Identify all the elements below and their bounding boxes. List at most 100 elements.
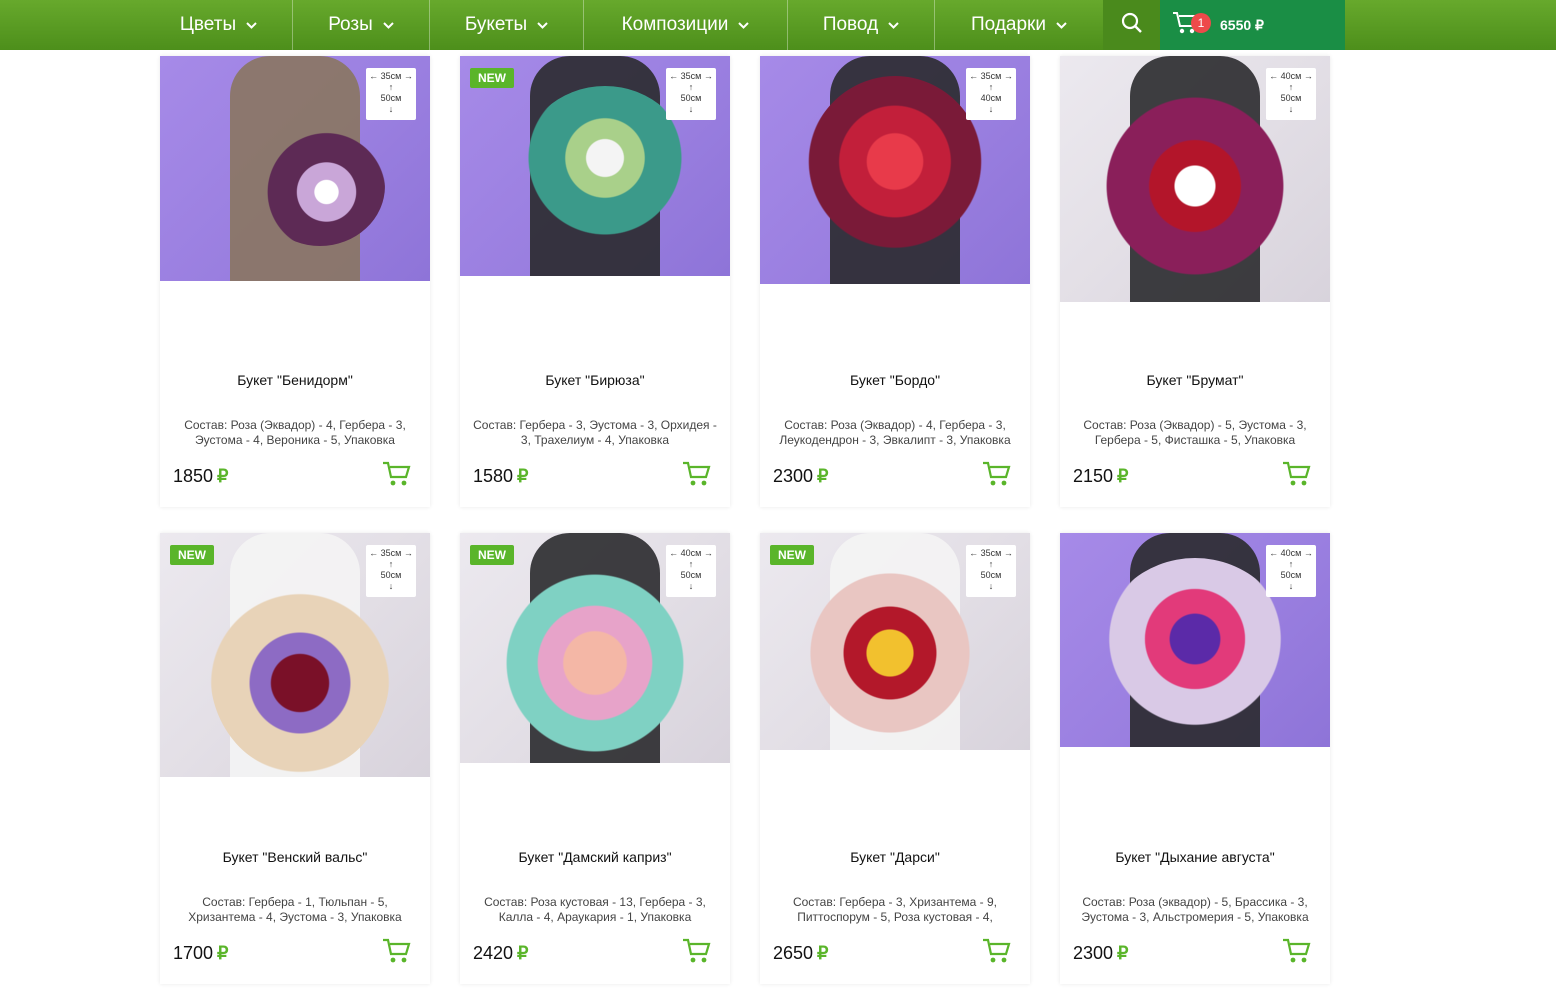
- add-to-cart-button[interactable]: [1282, 460, 1312, 488]
- cart-icon: [682, 461, 712, 492]
- size-badge: ← 35см → ↑ 50см ↓: [366, 68, 416, 120]
- chevron-down-icon: [246, 21, 257, 29]
- product-photo[interactable]: NEW ← 40см → ↑ 50см ↓: [460, 533, 730, 763]
- add-to-cart-button[interactable]: [982, 460, 1012, 488]
- product-photo[interactable]: ← 40см → ↑ 50см ↓: [1060, 56, 1330, 302]
- size-width: ← 35см →: [369, 548, 413, 558]
- new-badge: NEW: [170, 545, 214, 565]
- product-card[interactable]: ← 35см → ↑ 40см ↓ Букет "Бордо" Состав: …: [760, 56, 1030, 507]
- add-to-cart-button[interactable]: [682, 937, 712, 965]
- add-to-cart-button[interactable]: [682, 460, 712, 488]
- product-photo[interactable]: NEW ← 35см → ↑ 50см ↓: [460, 56, 730, 276]
- product-photo[interactable]: NEW ← 35см → ↑ 50см ↓: [760, 533, 1030, 750]
- product-card[interactable]: NEW ← 35см → ↑ 50см ↓ Букет "Дарси" Сост…: [760, 533, 1030, 984]
- add-to-cart-button[interactable]: [982, 937, 1012, 965]
- product-card[interactable]: NEW ← 35см → ↑ 50см ↓ Букет "Венский вал…: [160, 533, 430, 984]
- arrow-down-icon: ↓: [988, 581, 994, 591]
- nav-item-roses[interactable]: Розы: [293, 0, 430, 50]
- size-badge: ← 35см → ↑ 50см ↓: [666, 68, 716, 120]
- product-title[interactable]: Букет "Бирюза": [460, 372, 730, 388]
- price-value: 1700: [173, 943, 214, 963]
- product-title[interactable]: Букет "Дарси": [760, 849, 1030, 865]
- product-composition: Состав: Роза (эквадор) - 5, Брассика - 3…: [1081, 895, 1309, 924]
- product-card[interactable]: ← 35см → ↑ 50см ↓ Букет "Бенидорм" Соста…: [160, 56, 430, 507]
- nav-item-label: Букеты: [464, 14, 528, 35]
- chevron-down-icon: [537, 21, 548, 29]
- size-badge: ← 40см → ↑ 50см ↓: [1266, 545, 1316, 597]
- arrow-up-icon: ↑: [988, 82, 994, 92]
- size-width-value: 35см: [680, 71, 702, 81]
- cart-icon: [982, 461, 1012, 492]
- product-title[interactable]: Букет "Брумат": [1060, 372, 1330, 388]
- price-value: 2150: [1073, 466, 1114, 486]
- size-badge: ← 40см → ↑ 50см ↓: [666, 545, 716, 597]
- photo-bouquet: [1095, 86, 1295, 286]
- arrow-up-icon: ↑: [688, 559, 694, 569]
- currency-symbol: ₽: [517, 943, 529, 963]
- product-title[interactable]: Букет "Дамский каприз": [460, 849, 730, 865]
- arrow-up-icon: ↑: [388, 82, 394, 92]
- arrow-down-icon: ↓: [688, 581, 694, 591]
- arrow-up-icon: ↑: [1288, 82, 1294, 92]
- product-photo[interactable]: NEW ← 35см → ↑ 50см ↓: [160, 533, 430, 777]
- cart-icon: [382, 461, 412, 492]
- product-title[interactable]: Букет "Дыхание августа": [1060, 849, 1330, 865]
- search-button[interactable]: [1103, 0, 1160, 50]
- main-menu: Цветы Розы Букеты Композиции Повод Подар…: [145, 0, 1103, 50]
- product-composition: Состав: Гербера - 3, Эустома - 3, Орхиде…: [473, 418, 717, 447]
- size-height-value: 50см: [1280, 570, 1302, 580]
- product-photo[interactable]: ← 40см → ↑ 50см ↓: [1060, 533, 1330, 747]
- photo-bouquet: [520, 86, 690, 246]
- photo-bouquet: [805, 76, 985, 266]
- nav-item-gifts[interactable]: Подарки: [935, 0, 1103, 50]
- cart-icon: [382, 938, 412, 969]
- cart-icon-wrapper: 1: [1172, 10, 1211, 40]
- nav-item-compositions[interactable]: Композиции: [584, 0, 788, 50]
- arrow-up-icon: ↑: [388, 559, 394, 569]
- cart-button[interactable]: 1 6550 ₽: [1160, 0, 1345, 50]
- add-to-cart-button[interactable]: [382, 460, 412, 488]
- photo-bouquet: [255, 126, 385, 246]
- price-value: 1580: [473, 466, 514, 486]
- product-composition: Состав: Роза (Эквадор) - 4, Гербера - 3,…: [779, 418, 1011, 447]
- currency-symbol: ₽: [217, 466, 229, 486]
- product-photo[interactable]: ← 35см → ↑ 40см ↓: [760, 56, 1030, 284]
- product-title[interactable]: Букет "Бордо": [760, 372, 1030, 388]
- product-composition: Состав: Роза (Эквадор) - 5, Эустома - 3,…: [1083, 418, 1307, 447]
- size-height-value: 40см: [980, 93, 1002, 103]
- price-value: 2420: [473, 943, 514, 963]
- nav-item-bouquets[interactable]: Букеты: [430, 0, 584, 50]
- product-price: 2650 ₽: [773, 943, 829, 964]
- product-card[interactable]: NEW ← 40см → ↑ 50см ↓ Букет "Дамский кап…: [460, 533, 730, 984]
- product-photo[interactable]: ← 35см → ↑ 50см ↓: [160, 56, 430, 281]
- size-badge: ← 35см → ↑ 40см ↓: [966, 68, 1016, 120]
- price-value: 1850: [173, 466, 214, 486]
- product-title[interactable]: Букет "Бенидорм": [160, 372, 430, 388]
- size-badge: ← 40см → ↑ 50см ↓: [1266, 68, 1316, 120]
- size-badge: ← 35см → ↑ 50см ↓: [966, 545, 1016, 597]
- photo-bouquet: [800, 563, 980, 743]
- nav-item-label: Розы: [328, 14, 373, 35]
- size-width-value: 35см: [980, 548, 1002, 558]
- photo-bouquet: [210, 573, 390, 773]
- product-title[interactable]: Букет "Венский вальс": [160, 849, 430, 865]
- price-value: 2300: [1073, 943, 1114, 963]
- nav-item-flowers[interactable]: Цветы: [145, 0, 293, 50]
- size-width-value: 40см: [1280, 548, 1302, 558]
- chevron-down-icon: [888, 21, 899, 29]
- product-card[interactable]: ← 40см → ↑ 50см ↓ Букет "Брумат" Состав:…: [1060, 56, 1330, 507]
- product-card[interactable]: ← 40см → ↑ 50см ↓ Букет "Дыхание августа…: [1060, 533, 1330, 984]
- product-card[interactable]: NEW ← 35см → ↑ 50см ↓ Букет "Бирюза" Сос…: [460, 56, 730, 507]
- size-width: ← 35см →: [669, 71, 713, 81]
- arrow-up-icon: ↑: [688, 82, 694, 92]
- currency-symbol: ₽: [517, 466, 529, 486]
- photo-bouquet: [495, 563, 695, 763]
- cart-icon: [982, 938, 1012, 969]
- product-price: 2300 ₽: [773, 466, 829, 487]
- nav-item-occasion[interactable]: Повод: [788, 0, 935, 50]
- add-to-cart-button[interactable]: [382, 937, 412, 965]
- add-to-cart-button[interactable]: [1282, 937, 1312, 965]
- product-price: 1700 ₽: [173, 943, 229, 964]
- cart-icon: [1282, 461, 1312, 492]
- product-price: 1580 ₽: [473, 466, 529, 487]
